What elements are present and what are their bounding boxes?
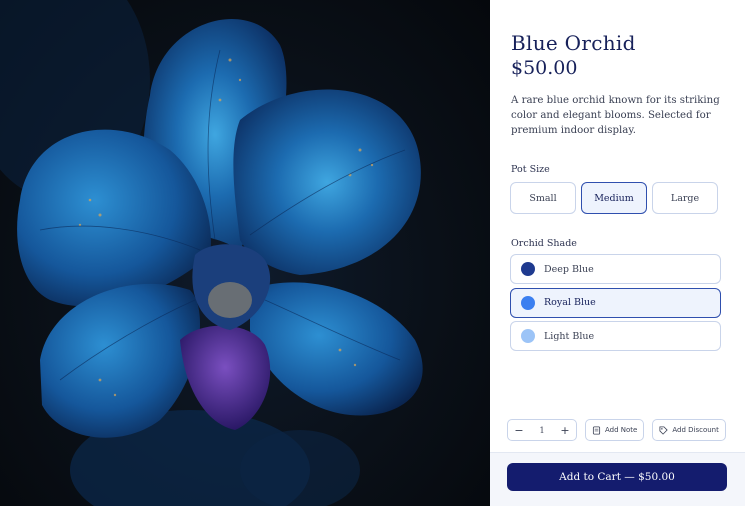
product-image — [0, 0, 490, 506]
orchid-photo — [0, 0, 423, 506]
pot-size-label: Pot Size — [511, 164, 550, 175]
quantity-stepper: − 1 + — [507, 419, 577, 441]
add-to-cart-button[interactable]: Add to Cart — $50.00 — [507, 463, 727, 491]
color-swatch — [521, 295, 535, 310]
shade-option-label: Royal Blue — [544, 297, 596, 308]
color-swatch — [521, 262, 535, 276]
decrement-button[interactable]: − — [513, 424, 525, 437]
orchid-shade-options: Deep Blue Royal Blue Light Blue — [510, 254, 721, 355]
checkout-footer: Add to Cart — $50.00 — [490, 452, 745, 506]
increment-button[interactable]: + — [559, 424, 571, 437]
pot-size-small-button[interactable]: Small — [510, 182, 576, 214]
product-price: $50.00 — [511, 57, 578, 79]
cart-tools: − 1 + Add Note Add Discount — [507, 419, 726, 441]
shade-option-deep-blue[interactable]: Deep Blue — [510, 254, 721, 284]
pot-size-options: Small Medium Large — [510, 182, 718, 214]
shade-option-label: Light Blue — [544, 330, 595, 342]
quantity-value[interactable]: 1 — [539, 426, 544, 435]
add-note-button[interactable]: Add Note — [585, 419, 645, 441]
pot-size-large-button[interactable]: Large — [652, 182, 718, 214]
orchid-shade-label: Orchid Shade — [511, 238, 577, 249]
color-swatch — [521, 329, 535, 343]
add-discount-label: Add Discount — [672, 426, 719, 434]
shade-option-label: Deep Blue — [544, 263, 594, 275]
shade-option-light-blue[interactable]: Light Blue — [510, 321, 721, 351]
shade-option-royal-blue[interactable]: Royal Blue — [510, 287, 721, 318]
note-icon — [592, 425, 601, 435]
add-note-label: Add Note — [605, 426, 638, 434]
product-title: Blue Orchid — [511, 31, 636, 55]
product-description: A rare blue orchid known for its strikin… — [511, 95, 720, 136]
tag-icon — [659, 425, 669, 435]
pot-size-medium-button[interactable]: Medium — [581, 182, 647, 214]
add-discount-button[interactable]: Add Discount — [652, 419, 726, 441]
product-panel: Blue Orchid $50.00 A rare blue orchid kn… — [490, 0, 745, 506]
